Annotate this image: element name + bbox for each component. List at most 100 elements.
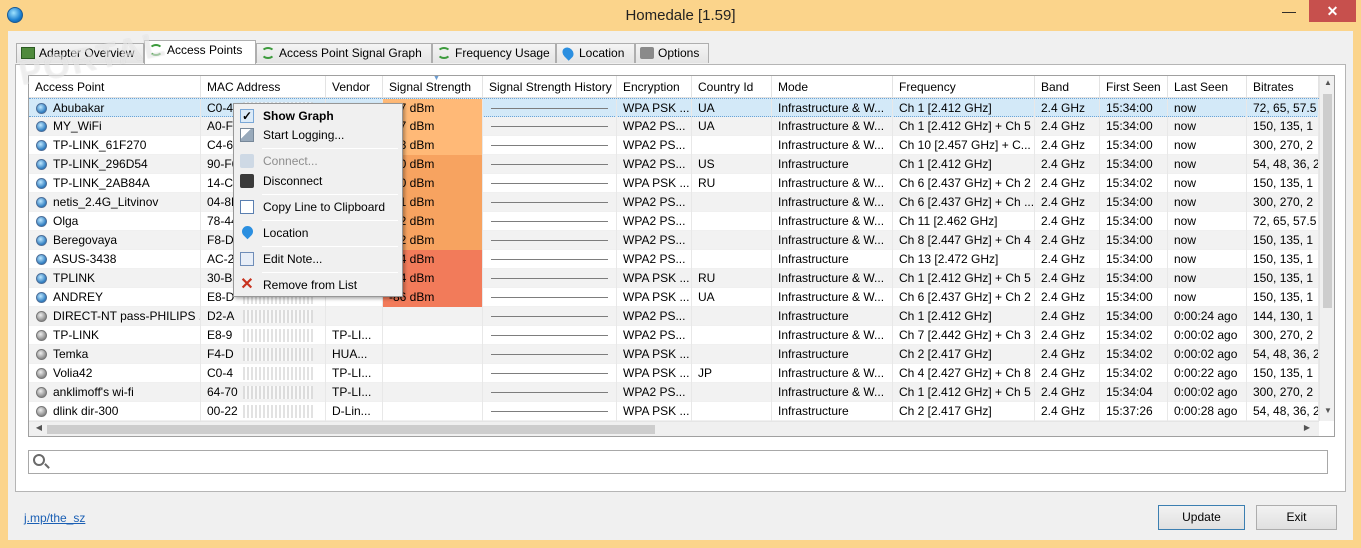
- cell-access-point: DIRECT-NT pass-PHILIPS ...: [29, 307, 201, 326]
- cell-freq: Ch 2 [2.417 GHz]: [893, 345, 1035, 364]
- scroll-left-icon[interactable]: ◀: [31, 423, 47, 432]
- scroll-up-icon[interactable]: ▲: [1320, 78, 1334, 87]
- cell-first: 15:34:00: [1100, 307, 1168, 326]
- cell-last: 0:00:02 ago: [1168, 345, 1247, 364]
- horizontal-scroll-thumb[interactable]: [47, 425, 655, 434]
- access-point-icon: [36, 349, 47, 360]
- menu-show-graph[interactable]: ✓ Show Graph: [236, 106, 400, 126]
- cell-bitrates: 150, 135, 1: [1247, 364, 1319, 383]
- filter-box[interactable]: [28, 450, 1328, 474]
- cell-last: now: [1168, 193, 1247, 212]
- table-row[interactable]: anklimoff's wi-fi 64-70 TP-LI... WPA2 PS...…: [29, 383, 1319, 402]
- cell-bitrates: 150, 135, 1: [1247, 269, 1319, 288]
- scroll-right-icon[interactable]: ▶: [1299, 423, 1315, 432]
- col-signal-history[interactable]: Signal Strength History: [483, 76, 617, 98]
- col-mode[interactable]: Mode: [772, 76, 893, 98]
- table-row[interactable]: Temka F4-D HUA... WPA PSK ... Infrastructure…: [29, 345, 1319, 364]
- table-row[interactable]: ASUS-3438 AC-2 -84 dBm WPA2 PS... Infrastruc…: [29, 250, 1319, 269]
- menu-copy-line[interactable]: Copy Line to Clipboard: [236, 197, 400, 217]
- cell-mode: Infrastructure & W...: [772, 269, 893, 288]
- col-vendor[interactable]: Vendor: [326, 76, 383, 98]
- table-row[interactable]: DIRECT-NT pass-PHILIPS ... D2-A WPA2 PS...…: [29, 307, 1319, 326]
- cell-last: 0:00:02 ago: [1168, 326, 1247, 345]
- tab-adapter-overview[interactable]: Adapter Overview: [16, 43, 144, 63]
- col-country-id[interactable]: Country Id: [692, 76, 772, 98]
- mac-redaction: [243, 310, 313, 323]
- cell-signal-history: [483, 364, 617, 383]
- menu-edit-note[interactable]: Edit Note...: [236, 249, 400, 269]
- cell-country: [692, 250, 772, 269]
- table-row[interactable]: Olga 78-44 -82 dBm WPA2 PS... Infrastructure…: [29, 212, 1319, 231]
- table-row[interactable]: Abubakar C0-4 -77 dBm WPA PSK ... UA Infrastr…: [29, 98, 1319, 118]
- tab-frequency-usage[interactable]: Frequency Usage: [432, 43, 556, 63]
- minimize-button[interactable]: —: [1276, 0, 1302, 22]
- menu-separator: [262, 194, 398, 195]
- cell-freq: Ch 1 [2.412 GHz] + Ch 5: [893, 383, 1035, 402]
- cell-freq: Ch 10 [2.457 GHz] + C...: [893, 136, 1035, 155]
- cell-mac-address: F4-D: [201, 345, 326, 364]
- context-menu: ✓ Show Graph Start Logging... Connect...…: [233, 103, 403, 297]
- col-frequency[interactable]: Frequency: [893, 76, 1035, 98]
- menu-disconnect[interactable]: Disconnect: [236, 171, 400, 191]
- cell-first: 15:34:02: [1100, 345, 1168, 364]
- exit-button[interactable]: Exit: [1256, 505, 1337, 530]
- table-row[interactable]: TP-LINK E8-9 TP-LI... WPA2 PS... Infrastruct…: [29, 326, 1319, 345]
- menu-location[interactable]: Location: [236, 223, 400, 243]
- cell-band: 2.4 GHz: [1035, 288, 1100, 307]
- col-encryption[interactable]: Encryption: [617, 76, 692, 98]
- mac-prefix: 00-22: [207, 404, 238, 418]
- table-row[interactable]: TPLINK 30-B5 -84 dBm WPA PSK ... RU Infrastru…: [29, 269, 1319, 288]
- menu-separator: [262, 220, 398, 221]
- signal-history-sparkline: [491, 126, 608, 128]
- col-bitrates[interactable]: Bitrates: [1247, 76, 1319, 98]
- col-first-seen[interactable]: First Seen: [1100, 76, 1168, 98]
- cell-country: [692, 136, 772, 155]
- cell-access-point: anklimoff's wi-fi: [29, 383, 201, 402]
- table-row[interactable]: Beregovaya F8-D -82 dBm WPA2 PS... Infrastru…: [29, 231, 1319, 250]
- update-button[interactable]: Update: [1158, 505, 1245, 530]
- mac-prefix: E8-9: [207, 328, 233, 342]
- tab-options[interactable]: Options: [635, 43, 709, 63]
- col-access-point[interactable]: Access Point: [29, 76, 201, 98]
- table-row[interactable]: TP-LINK_61F270 C4-6 -78 dBm WPA2 PS... Infra…: [29, 136, 1319, 155]
- access-point-icon: [36, 273, 47, 284]
- scroll-down-icon[interactable]: ▼: [1320, 406, 1334, 415]
- col-last-seen[interactable]: Last Seen: [1168, 76, 1247, 98]
- cell-mode: Infrastructure & W...: [772, 117, 893, 136]
- table-row[interactable]: netis_2.4G_Litvinov 04-8D -81 dBm WPA2 PS..…: [29, 193, 1319, 212]
- vertical-scrollbar[interactable]: ▲ ▼: [1319, 76, 1334, 421]
- cell-band: 2.4 GHz: [1035, 250, 1100, 269]
- table-row[interactable]: MY_WiFi A0-F -77 dBm WPA2 PS... UA Infrastruc…: [29, 117, 1319, 136]
- close-button[interactable]: ✕: [1309, 0, 1356, 22]
- table-row[interactable]: TP-LINK_296D54 90-F6 -80 dBm WPA2 PS... US In…: [29, 155, 1319, 174]
- tab-signal-graph[interactable]: Access Point Signal Graph: [256, 43, 432, 63]
- cell-country: RU: [692, 269, 772, 288]
- cell-band: 2.4 GHz: [1035, 383, 1100, 402]
- filter-input[interactable]: [53, 453, 1323, 471]
- note-icon: [240, 252, 254, 266]
- cell-last: now: [1168, 288, 1247, 307]
- table-header: Access Point MAC Address Vendor Signal S…: [29, 76, 1319, 98]
- horizontal-scrollbar[interactable]: ◀ ▶: [29, 421, 1319, 436]
- cell-signal-history: [483, 326, 617, 345]
- table-row[interactable]: ANDREY E8-D -86 dBm WPA PSK ... UA Infrastruc…: [29, 288, 1319, 307]
- menu-remove[interactable]: ✕ Remove from List: [236, 275, 400, 295]
- table-row[interactable]: TP-LINK_2AB84A 14-C -80 dBm WPA PSK ... RU In…: [29, 174, 1319, 193]
- tab-access-points[interactable]: Access Points: [144, 40, 256, 64]
- menu-start-logging[interactable]: Start Logging...: [236, 125, 400, 145]
- website-link[interactable]: j.mp/the_sz: [24, 511, 85, 525]
- vertical-scroll-thumb[interactable]: [1323, 94, 1332, 308]
- tab-location[interactable]: Location: [556, 43, 635, 63]
- mac-prefix: A0-F: [207, 119, 234, 133]
- cell-enc: WPA PSK ...: [617, 345, 692, 364]
- cell-enc: WPA2 PS...: [617, 250, 692, 269]
- col-mac-address[interactable]: MAC Address: [201, 76, 326, 98]
- table-row[interactable]: Volia42 C0-4 TP-LI... WPA PSK ... JP Infrastr…: [29, 364, 1319, 383]
- col-band[interactable]: Band: [1035, 76, 1100, 98]
- window-title: Homedale [1.59]: [625, 7, 736, 24]
- signal-history-sparkline: [491, 411, 608, 413]
- cell-signal-strength: [383, 402, 483, 421]
- cell-signal-strength: [383, 345, 483, 364]
- table-row[interactable]: dlink dir-300 00-22 D-Lin... WPA PSK ... Inf…: [29, 402, 1319, 421]
- cell-first: 15:34:00: [1100, 99, 1168, 118]
